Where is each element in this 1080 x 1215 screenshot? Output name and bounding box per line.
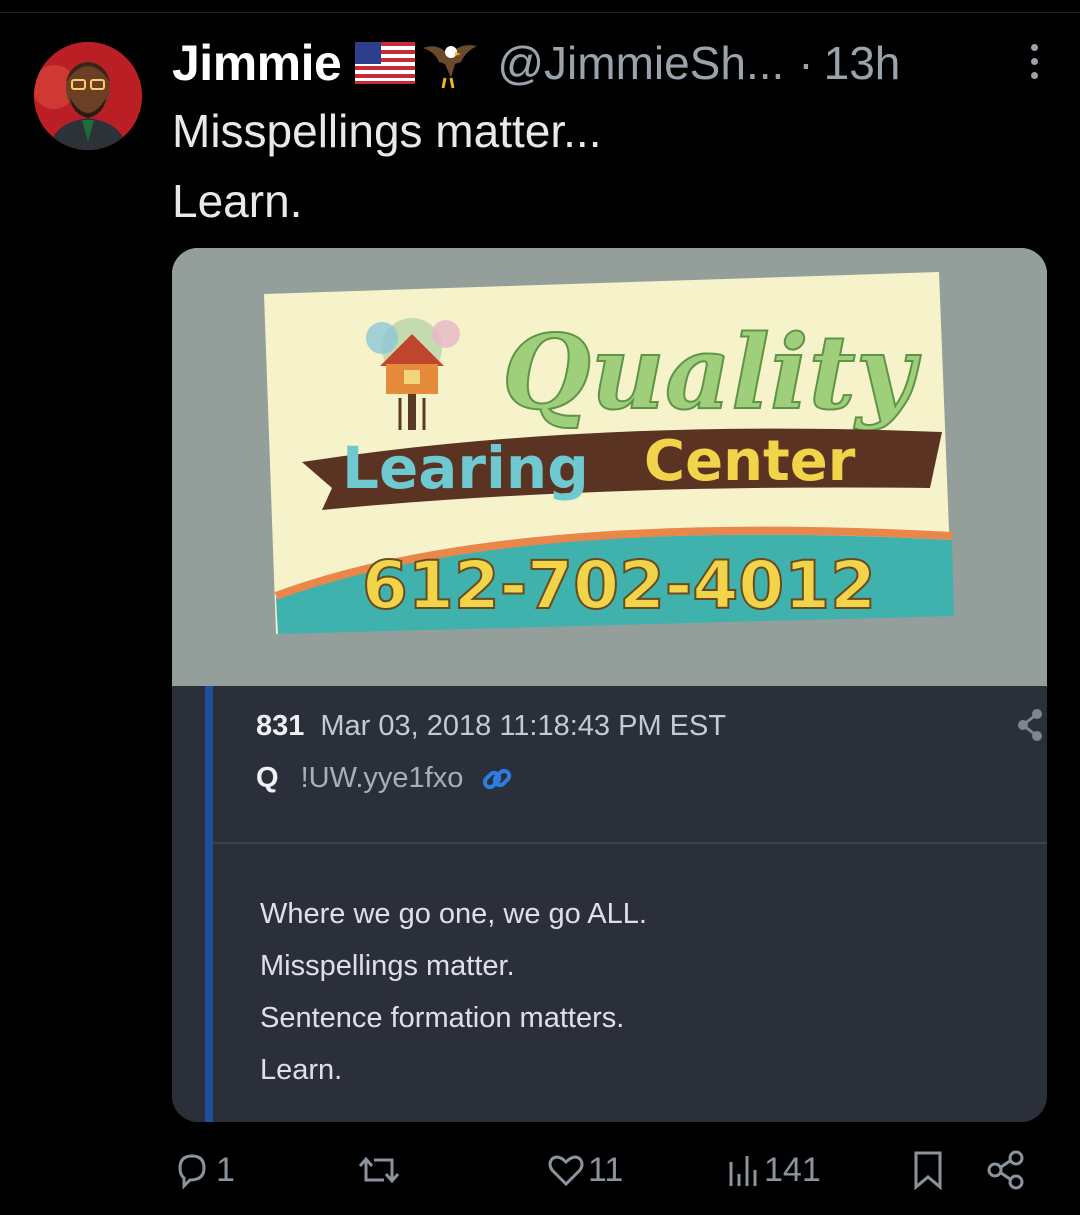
sign-word-center: Center [644, 429, 856, 494]
q-post-author: Q !UW.yye1fxo [256, 762, 513, 795]
view-count: 141 [764, 1150, 821, 1189]
sign-word-quality: Quality [502, 313, 922, 433]
views-icon [729, 1156, 757, 1186]
action-bar: 1 11 141 [172, 1140, 1052, 1200]
avatar[interactable] [34, 42, 142, 150]
q-post-line: Sentence formation matters. [260, 1002, 625, 1034]
author-name[interactable]: Jimmie [172, 34, 342, 92]
sign-word-learing: Learing [342, 434, 589, 502]
separator-dot: · [798, 37, 814, 89]
sign-phone: 612-702-4012 [362, 547, 876, 624]
bookmark-icon [914, 1151, 942, 1191]
share-icon [1018, 709, 1042, 741]
q-post-accent-bar [205, 686, 213, 1122]
retweet-icon [358, 1156, 400, 1184]
q-post-line: Where we go one, we go ALL. [260, 898, 647, 930]
views-button[interactable]: 141 [726, 1140, 821, 1200]
reply-icon [178, 1154, 206, 1190]
more-options-icon[interactable] [1026, 44, 1042, 84]
q-post-tripcode: !UW.yye1fxo [300, 762, 464, 794]
heart-icon [548, 1155, 584, 1187]
tweet-text-line: Misspellings matter... [172, 105, 602, 157]
retweet-button[interactable] [356, 1140, 402, 1200]
q-post-line: Misspellings matter. [260, 950, 515, 982]
reply-button[interactable]: 1 [172, 1140, 235, 1200]
media-card[interactable]: Quality Learing Center 612-702-4012 831 M… [172, 248, 1047, 1122]
reply-count: 1 [216, 1150, 235, 1189]
q-post-number: 831 [256, 710, 305, 742]
bookmark-button[interactable] [910, 1140, 946, 1200]
us-flag-icon [355, 42, 416, 84]
author-handle[interactable]: @JimmieSh... [497, 36, 784, 90]
q-post-meta: 831 Mar 03, 2018 11:18:43 PM EST [256, 710, 726, 743]
tweet-text: Misspellings matter... Learn. [172, 96, 601, 236]
link-icon [483, 768, 512, 789]
q-post-line: Learn. [260, 1054, 343, 1086]
like-count: 11 [588, 1150, 624, 1189]
tweet-text-line: Learn. [172, 175, 303, 227]
eagle-icon [423, 45, 478, 89]
timestamp[interactable]: 13h [824, 36, 901, 90]
avatar-image [34, 42, 142, 150]
q-post-body: Where we go one, we go ALL. Misspellings… [260, 888, 647, 1096]
q-post-name: Q [256, 762, 279, 794]
share-icon [987, 1150, 1024, 1190]
top-divider [0, 12, 1080, 13]
q-post-screenshot: 831 Mar 03, 2018 11:18:43 PM EST Q !UW.yy… [172, 686, 1047, 1122]
tweet-header: Jimmie @JimmieSh... · 13h [172, 30, 1052, 96]
q-post-timestamp: Mar 03, 2018 11:18:43 PM EST [320, 710, 727, 742]
sign-photo[interactable]: Quality Learing Center 612-702-4012 [172, 248, 1047, 686]
share-button[interactable] [986, 1140, 1026, 1200]
like-button[interactable]: 11 [546, 1140, 623, 1200]
q-post-divider [213, 842, 1047, 844]
